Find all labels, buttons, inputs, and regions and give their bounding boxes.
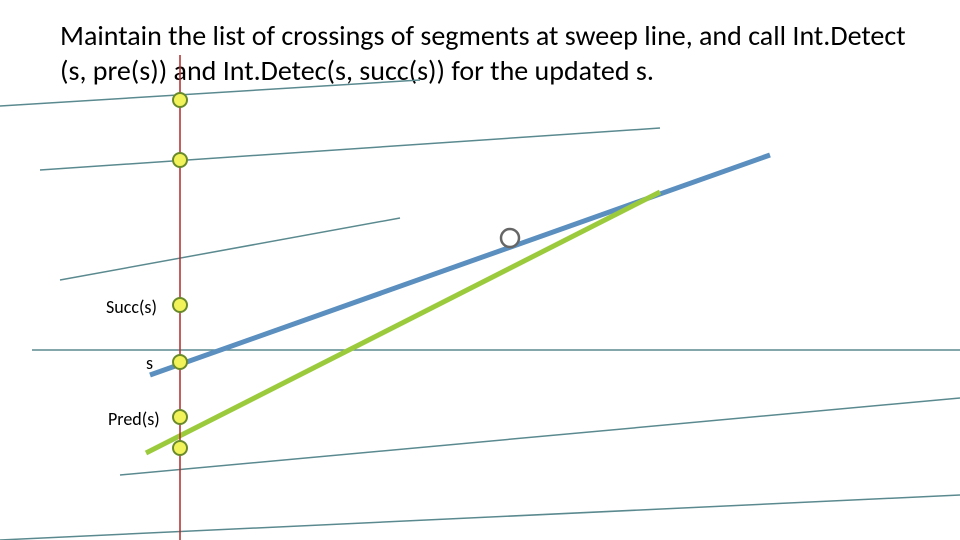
crossing-marker (173, 410, 187, 424)
crossing-marker (173, 153, 187, 167)
label-s: s (146, 352, 153, 374)
page-title: Maintain the list of crossings of segmen… (60, 18, 920, 88)
crossing-marker (173, 441, 187, 455)
segment-succ (150, 155, 770, 375)
crossing-marker (173, 298, 187, 312)
segment-top-2 (40, 128, 660, 170)
segment-mid-1 (60, 218, 400, 280)
label-succ: Succ(s) (106, 296, 157, 318)
crossing-marker (173, 355, 187, 369)
segment-bottom-2 (0, 495, 960, 540)
label-pred: Pred(s) (108, 408, 160, 430)
future-intersection-marker (501, 229, 519, 247)
segment-bottom-1 (120, 398, 960, 475)
crossing-marker (173, 93, 187, 107)
segment-s (146, 192, 660, 453)
